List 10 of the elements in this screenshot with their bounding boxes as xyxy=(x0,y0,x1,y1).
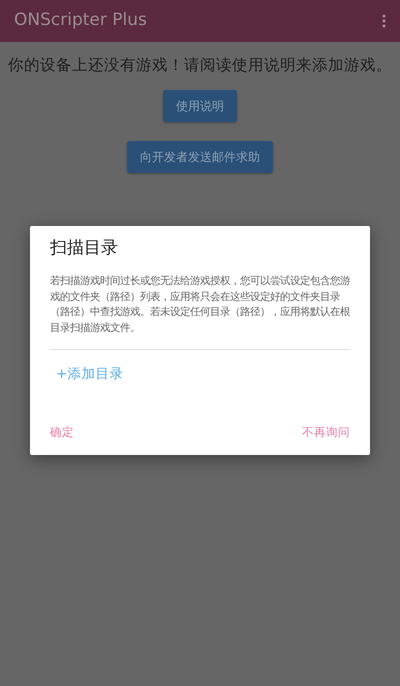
action-button[interactable]: 向开发者发送邮件求助 xyxy=(127,141,273,174)
add-directory-link[interactable]: +添加目录 xyxy=(56,364,124,385)
action-button[interactable]: 使用说明 xyxy=(163,90,237,122)
confirm-button[interactable]: 确定 xyxy=(50,424,74,441)
more-menu-icon[interactable] xyxy=(382,14,386,28)
dont-ask-again-button[interactable]: 不再询问 xyxy=(302,424,350,441)
dialog-title: 扫描目录 xyxy=(50,238,119,258)
app-title: ONScripter Plus xyxy=(14,9,147,32)
empty-message: 你的设备上还没有游戏！请阅读使用说明来添加游戏。 xyxy=(7,55,393,76)
dialog-message: 若扫描游戏时间过长或您无法给游戏授权，您可以尝试设定包含您游戏的文件夹（路径）列表，应用将只会在这些设定好的文件夹目录（路径）中查找游戏。若未设定任何目录（路径），应用将默认在根目录扫描游戏文件。 xyxy=(50,274,350,336)
